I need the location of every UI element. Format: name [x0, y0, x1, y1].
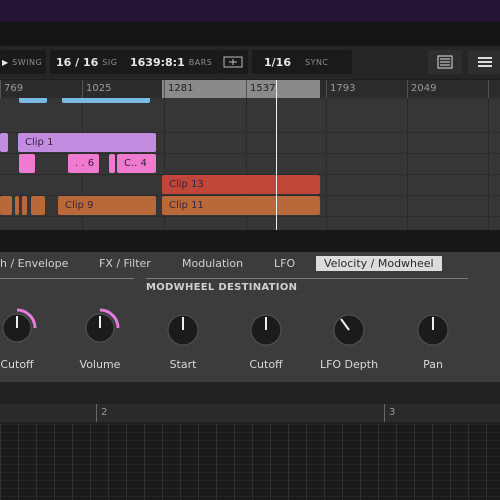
- clip-pink[interactable]: [109, 154, 115, 173]
- row-divider: [0, 216, 500, 217]
- knob-label: Start: [169, 358, 197, 371]
- grid-icon: [478, 57, 492, 67]
- cutoff-2-knob[interactable]: [246, 310, 286, 350]
- ruler-mark: 2049: [411, 83, 437, 94]
- section-rule: [146, 278, 468, 279]
- clip-partial[interactable]: [62, 98, 150, 103]
- knob-label: Cutoff: [249, 358, 283, 371]
- start-knob[interactable]: [163, 310, 203, 350]
- ruler-mark: 1793: [330, 83, 356, 94]
- clip-1[interactable]: Clip 1: [18, 133, 156, 152]
- follow-button[interactable]: [218, 50, 248, 74]
- ruler-tick: [164, 80, 165, 98]
- ruler-mark: 1281: [168, 83, 194, 94]
- tab-envelope[interactable]: h / Envelope: [0, 256, 68, 271]
- clip-orange[interactable]: [22, 196, 27, 215]
- clip-label: Clip 11: [169, 200, 204, 211]
- knob-label: Pan: [423, 358, 443, 371]
- clip-label: Clip 9: [65, 200, 94, 211]
- ruler-tick: [82, 80, 83, 98]
- lfo-depth-knob[interactable]: [329, 310, 369, 350]
- pattern-editor[interactable]: 2 3: [0, 382, 500, 500]
- parameter-panel: h / Envelope FX / Filter Modulation LFO …: [0, 252, 500, 382]
- clip-orange[interactable]: [15, 196, 19, 215]
- clip-6[interactable]: . . 6: [68, 154, 99, 173]
- swing-arrow-icon: ▶: [2, 57, 9, 67]
- pan-knob[interactable]: [413, 310, 453, 350]
- bars-label: BARS: [188, 57, 213, 67]
- signature-label: SIG: [102, 57, 118, 67]
- clip-11[interactable]: Clip 11: [162, 196, 320, 215]
- clip-13[interactable]: Clip 13: [162, 175, 320, 194]
- clip-pink[interactable]: [19, 154, 35, 173]
- pattern-grid[interactable]: [0, 424, 500, 500]
- signature-control[interactable]: 16 / 16 SIG: [50, 50, 128, 74]
- ruler-tick: [407, 80, 408, 98]
- section-rule: [0, 278, 134, 279]
- clip-label: Clip 13: [169, 179, 204, 190]
- pattern-marker: 3: [389, 407, 396, 418]
- tab-fx-filter[interactable]: FX / Filter: [99, 256, 151, 271]
- grid-line: [326, 98, 327, 230]
- ruler-tick: [246, 80, 247, 98]
- clip-orange[interactable]: [0, 196, 12, 215]
- signature-value: 16 / 16: [56, 55, 99, 69]
- swing-label: SWING: [12, 57, 43, 67]
- knob-label: Cutoff: [0, 358, 34, 371]
- clip-label: . . 6: [75, 158, 95, 169]
- list-icon: [437, 55, 453, 69]
- section-divider: [0, 230, 500, 252]
- sync-label: SYNC: [304, 57, 329, 67]
- bars-control[interactable]: 1639:8:1 BARS: [126, 50, 218, 74]
- pattern-ruler[interactable]: [0, 404, 500, 422]
- swing-control[interactable]: ▶ SWING: [0, 50, 46, 74]
- cutoff-knob[interactable]: [0, 308, 37, 348]
- knob-label: Volume: [79, 358, 121, 371]
- clip-label: Clip 1: [25, 137, 54, 148]
- pattern-header: [0, 382, 500, 402]
- title-gap: [0, 22, 500, 46]
- clip-9[interactable]: Clip 9: [58, 196, 156, 215]
- ruler-tick: [384, 404, 385, 422]
- clip-c4[interactable]: C.. 4: [117, 154, 156, 173]
- arranger-tracks[interactable]: Clip 1 . . 6 C.. 4 Clip 13 Clip 9 Clip 1…: [0, 98, 500, 230]
- transport-bar: ▶ SWING 16 / 16 SIG 1639:8:1 BARS 1/16 S…: [0, 46, 500, 79]
- ruler-mark: 1025: [86, 83, 112, 94]
- grid-view-button[interactable]: [468, 50, 500, 74]
- ruler-tick: [96, 404, 97, 422]
- pattern-marker: 2: [101, 407, 108, 418]
- ruler-mark: 1537: [250, 83, 276, 94]
- ruler-mark: 769: [4, 83, 24, 94]
- grid-line: [488, 98, 489, 230]
- tab-lfo[interactable]: LFO: [274, 256, 295, 271]
- follow-icon: [223, 56, 243, 68]
- clip-lilac[interactable]: [0, 133, 8, 152]
- tab-velocity-modwheel[interactable]: Velocity / Modwheel: [316, 256, 442, 271]
- ruler-tick: [0, 80, 1, 98]
- title-bar: [0, 0, 500, 22]
- knob-label: LFO Depth: [319, 358, 379, 371]
- list-view-button[interactable]: [428, 50, 462, 74]
- volume-knob[interactable]: [80, 308, 120, 348]
- sync-value: 1/16: [264, 55, 291, 69]
- tab-modulation[interactable]: Modulation: [182, 256, 243, 271]
- grid-line: [407, 98, 408, 230]
- ruler-tick: [326, 80, 327, 98]
- timeline-ruler[interactable]: 769 1025 1281 1537 1793 2049: [0, 80, 500, 99]
- section-title: MODWHEEL DESTINATION: [146, 282, 298, 293]
- clip-label: C.. 4: [124, 158, 147, 169]
- clip-partial[interactable]: [19, 98, 47, 103]
- playhead[interactable]: [276, 80, 277, 230]
- ruler-tick: [488, 80, 489, 98]
- sync-control[interactable]: 1/16 SYNC: [252, 50, 352, 74]
- clip-orange[interactable]: [31, 196, 45, 215]
- bars-value: 1639:8:1: [130, 55, 185, 69]
